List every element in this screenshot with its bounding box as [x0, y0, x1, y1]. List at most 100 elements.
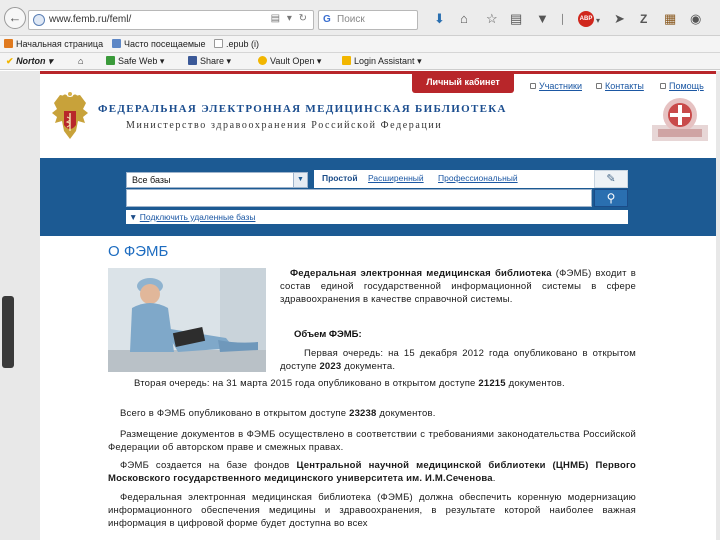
- separator-icon: │: [560, 14, 566, 24]
- safe-web-icon: [106, 56, 115, 65]
- vault-menu[interactable]: Vault Open ▾: [258, 56, 321, 67]
- remote-databases-row: ▼ Подключить удаленные базы: [126, 210, 628, 224]
- url-text[interactable]: www.femb.ru/feml/: [49, 14, 131, 25]
- share-menu[interactable]: Share ▾: [188, 56, 231, 67]
- stage1-number: 2023: [319, 361, 342, 372]
- zotero-icon[interactable]: Z: [640, 12, 647, 26]
- google-icon: G: [323, 14, 331, 25]
- triangle-down-icon: ▼: [129, 212, 138, 222]
- chevron-down-icon[interactable]: ▾: [596, 14, 600, 28]
- page-heading: О ФЭМБ: [108, 243, 169, 260]
- contacts-link[interactable]: Контакты: [596, 81, 644, 91]
- stage1-text-end: документа.: [341, 361, 396, 372]
- chevron-down-icon: ▾: [226, 56, 232, 66]
- site-subtitle: Министерство здравоохранения Российской …: [126, 120, 443, 131]
- modernize-paragraph: Федеральная электронная медицинская библ…: [108, 491, 636, 530]
- database-select[interactable]: Все базы ▼: [126, 172, 308, 188]
- address-bar[interactable]: www.femb.ru/feml/ ▤ ▾ ↻: [28, 10, 314, 30]
- norton-menu[interactable]: ✔ Norton ▾: [6, 56, 53, 67]
- right-gutter: [716, 71, 720, 540]
- chevron-down-icon: ▾: [159, 56, 165, 66]
- users-icon: [530, 83, 536, 89]
- help-icon: [660, 83, 666, 89]
- top-accent-line: [40, 71, 716, 74]
- browser-search-box[interactable]: G Поиск: [318, 10, 418, 30]
- stage2-text-end: документов.: [505, 378, 565, 389]
- browser-navbar: ← www.femb.ru/feml/ ▤ ▾ ↻ G Поиск ⬇ ⌂ ☆ …: [0, 0, 720, 36]
- chevron-down-icon: ▾: [417, 56, 422, 66]
- star-icon[interactable]: ☆: [486, 12, 498, 26]
- safe-web-label: Safe Web: [118, 56, 158, 66]
- volume-heading: Объем ФЭМБ:: [294, 329, 362, 340]
- safe-web-menu[interactable]: Safe Web ▾: [106, 56, 164, 67]
- modernize-text: Федеральная электронная медицинская библ…: [108, 492, 636, 529]
- total-text-end: документов.: [376, 408, 436, 419]
- book-icon[interactable]: ▦: [664, 12, 676, 26]
- total-number: 23238: [349, 408, 377, 419]
- participants-link[interactable]: Участники: [530, 81, 582, 91]
- bookmark-label: Часто посещаемые: [124, 39, 206, 49]
- web-page: Личный кабинет Участники Контакты Помощь…: [40, 71, 716, 540]
- globe-icon: [33, 14, 45, 26]
- mail-icon: [596, 83, 602, 89]
- back-arrow-icon[interactable]: ←: [4, 7, 26, 29]
- search-query-input[interactable]: [126, 189, 592, 207]
- reading-list-icon[interactable]: ▤: [510, 12, 522, 26]
- pocket-icon[interactable]: ▼: [536, 12, 549, 26]
- university-logo-icon: [652, 98, 708, 141]
- bookmark-epub[interactable]: .epub (i): [214, 39, 259, 49]
- search-placeholder[interactable]: Поиск: [337, 14, 365, 25]
- bookmark-home-page[interactable]: Начальная страница: [4, 39, 103, 49]
- chevron-down-icon[interactable]: ▼: [293, 173, 307, 187]
- total-paragraph: Всего в ФЭМБ опубликовано в открытом дос…: [108, 407, 636, 420]
- stage1-paragraph: Первая очередь: на 15 декабря 2012 года …: [280, 347, 636, 373]
- vault-icon: [258, 56, 267, 65]
- remote-databases-link[interactable]: Подключить удаленные базы: [140, 212, 256, 222]
- tab-professional-search[interactable]: Профессиональный: [438, 173, 518, 183]
- ministry-emblem-icon: [52, 92, 88, 139]
- tab-simple-search[interactable]: Простой: [322, 173, 358, 183]
- norton-toolbar: ✔ Norton ▾ ⌂ Safe Web ▾ Share ▾ Vault Op…: [0, 53, 720, 70]
- chevron-down-icon: ▾: [48, 56, 53, 66]
- login-label: Login Assistant: [354, 56, 415, 66]
- stage2-number: 21215: [478, 378, 506, 389]
- search-panel: Все базы ▼ Простой Расширенный Профессио…: [40, 158, 716, 236]
- stage2-paragraph: Вторая очередь: на 31 марта 2015 года оп…: [108, 377, 636, 390]
- funds-text-end: .: [492, 473, 496, 484]
- total-text: Всего в ФЭМБ опубликовано в открытом дос…: [120, 408, 350, 419]
- url-dropdown-icon[interactable]: ▤ ▾ ↻: [271, 13, 309, 24]
- magnifier-icon: ⚲: [606, 191, 616, 205]
- funds-paragraph: ФЭМБ создается на базе фондов Центрально…: [108, 459, 636, 485]
- bookmark-label: Начальная страница: [16, 39, 104, 49]
- home-icon[interactable]: ⌂: [460, 12, 468, 26]
- personal-cabinet-button[interactable]: Личный кабинет: [412, 71, 514, 93]
- side-panel-tab[interactable]: [2, 296, 14, 368]
- placement-paragraph: Размещение документов в ФЭМБ осуществлен…: [108, 428, 636, 454]
- intro-bold: Федеральная электронная медицинская библ…: [290, 268, 552, 279]
- adblock-icon[interactable]: ABP: [578, 11, 594, 27]
- firefox-icon: [4, 39, 13, 48]
- bookmark-most-visited[interactable]: Часто посещаемые: [112, 39, 206, 49]
- bookmarks-bar: Начальная страница Часто посещаемые .epu…: [0, 36, 720, 53]
- help-link[interactable]: Помощь: [660, 81, 704, 91]
- contacts-label: Контакты: [605, 81, 644, 91]
- send-icon[interactable]: ➤: [614, 12, 625, 26]
- search-button[interactable]: ⚲: [594, 189, 628, 207]
- clear-eraser-icon[interactable]: ✎: [594, 170, 628, 188]
- chat-icon[interactable]: ◉: [690, 12, 701, 26]
- home-icon[interactable]: ⌂: [78, 56, 83, 66]
- page-icon: [214, 39, 223, 48]
- stage2-text: Вторая очередь: на 31 марта 2015 года оп…: [134, 378, 479, 389]
- norton-label: Norton: [16, 56, 46, 66]
- vault-label: Vault Open: [270, 56, 315, 66]
- placement-text: Размещение документов в ФЭМБ осуществлен…: [108, 429, 636, 453]
- site-title: ФЕДЕРАЛЬНАЯ ЭЛЕКТРОННАЯ МЕДИЦИНСКАЯ БИБЛ…: [98, 103, 507, 115]
- tab-advanced-search[interactable]: Расширенный: [368, 173, 424, 183]
- intro-paragraph: Федеральная электронная медицинская библ…: [280, 267, 636, 306]
- bookmark-icon: [112, 39, 121, 48]
- share-label: Share: [200, 56, 225, 66]
- funds-text: ФЭМБ создается на базе фондов: [120, 460, 297, 471]
- download-icon[interactable]: ⬇: [434, 12, 445, 26]
- login-assistant-menu[interactable]: Login Assistant ▾: [342, 56, 422, 67]
- help-label: Помощь: [669, 81, 704, 91]
